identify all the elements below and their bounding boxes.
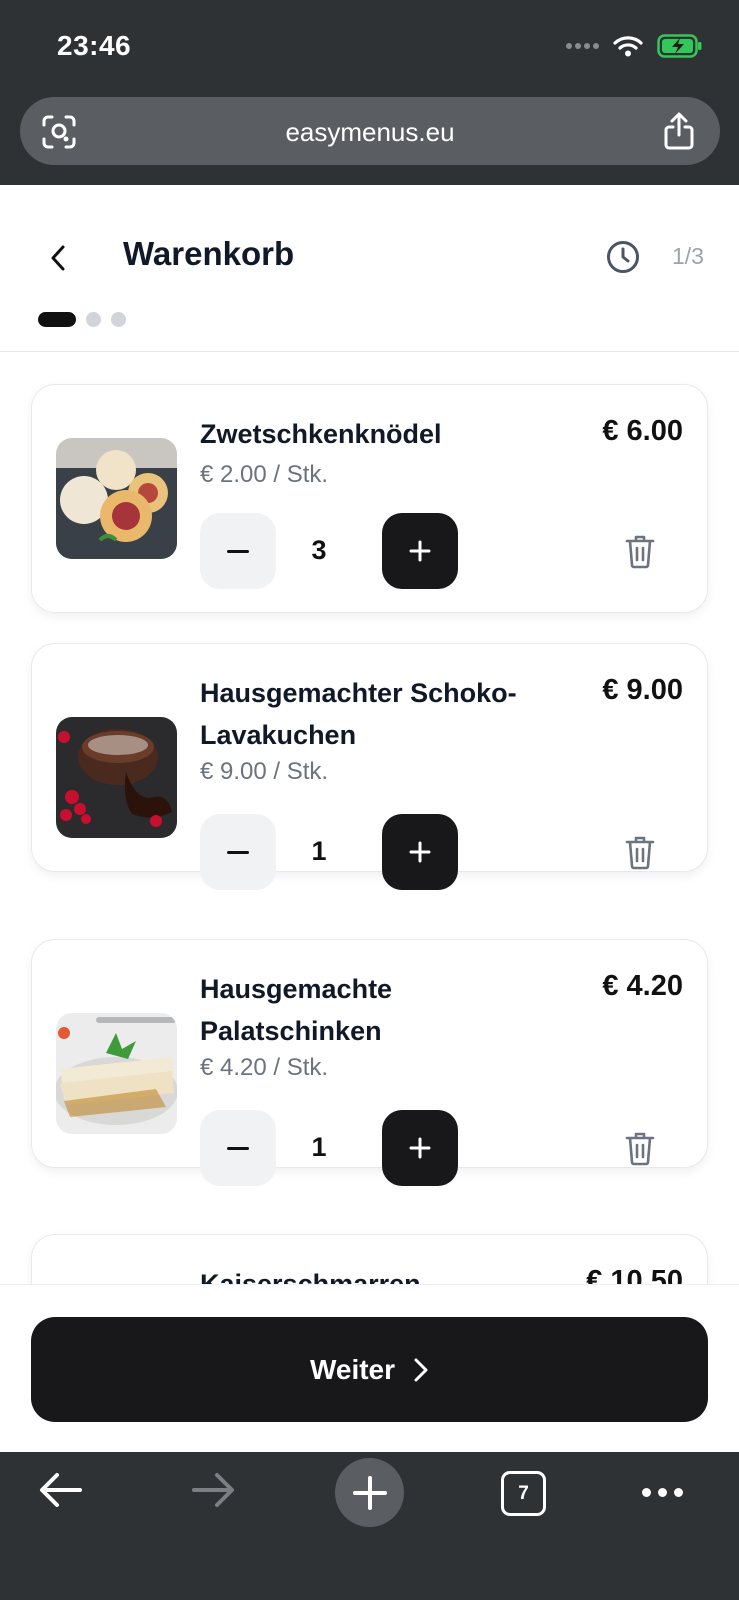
browser-back-button[interactable] [38,1470,84,1510]
item-name: Zwetschkenknödel [200,419,442,449]
item-name: Hausgemachte Palatschinken [200,974,393,1046]
increase-quantity-button[interactable] [382,814,458,890]
browser-top-bar: 23:46 easymenus.eu [0,0,739,185]
next-button[interactable]: Weiter [31,1317,708,1422]
cart-list[interactable]: Zwetschkenknödel € 2.00 / Stk. € 6.00 3 [0,352,739,1284]
increase-quantity-button[interactable] [382,1110,458,1186]
step-indicator: 1/3 [672,243,704,269]
plus-icon [409,841,431,863]
decrease-quantity-button[interactable] [200,814,276,890]
item-total: € 6.00 [602,415,683,447]
browser-forward-button[interactable] [190,1470,236,1510]
item-name: Kaiserschmarren [200,1269,421,1284]
minus-icon [227,850,249,854]
item-unit-price: € 2.00 / Stk. [200,461,329,488]
dot-icon [658,1488,667,1497]
trash-icon [625,535,655,569]
arrow-right-icon [192,1473,234,1507]
cart-item: Hausgemachte Palatschinken € 4.20 / Stk.… [31,939,708,1186]
next-button-label: Weiter [309,1353,396,1385]
progress-dot [111,312,126,327]
item-image [56,1013,177,1134]
progress-dot [86,312,101,327]
wifi-icon [613,36,643,57]
item-total: € 4.20 [602,970,683,1002]
signal-icon [566,43,599,49]
status-time: 23:46 [57,30,132,61]
progress-dots [38,312,126,327]
more-options-button[interactable] [642,1488,683,1497]
delete-item-button[interactable] [622,533,658,569]
cart-item: Hausgemachter Schoko-Lavakuchen € 9.00 /… [31,643,708,890]
decrease-quantity-button[interactable] [200,1110,276,1186]
plus-icon [409,540,431,562]
share-icon[interactable] [662,111,696,151]
cart-item: Kaiserschmarren € 10.50 [31,1234,708,1284]
minus-icon [227,1146,249,1150]
back-button[interactable] [40,240,76,276]
decrease-quantity-button[interactable] [200,513,276,589]
url-text: easymenus.eu [285,117,455,147]
checkout-footer: Weiter [0,1284,739,1452]
arrow-left-icon [40,1473,82,1507]
item-unit-price: € 4.20 / Stk. [200,1054,329,1081]
trash-icon [625,836,655,870]
page-header: Warenkorb 1/3 [0,185,739,352]
status-icons [566,34,703,58]
increase-quantity-button[interactable] [382,513,458,589]
dot-icon [674,1488,683,1497]
item-total: € 9.00 [602,674,683,706]
plus-icon [409,1137,431,1159]
battery-charging-icon [657,34,702,58]
tabs-button[interactable]: 7 [501,1471,546,1516]
address-bar[interactable]: easymenus.eu [20,97,720,165]
cart-item: Zwetschkenknödel € 2.00 / Stk. € 6.00 3 [31,384,708,613]
plus-icon [352,1475,387,1510]
trash-icon [625,1132,655,1166]
chevron-left-icon [51,245,65,271]
quantity-value: 1 [311,836,327,866]
progress-dot-active [38,312,76,327]
chevron-right-icon [414,1358,428,1381]
item-name: Hausgemachter Schoko-Lavakuchen [200,678,517,750]
item-unit-price: € 9.00 / Stk. [200,758,329,785]
minus-icon [227,549,249,553]
item-total: € 10.50 [586,1265,683,1284]
browser-toolbar: 7 [0,1452,739,1600]
quantity-value: 1 [311,1132,327,1162]
new-tab-button[interactable] [335,1458,404,1527]
dot-icon [642,1488,651,1497]
delete-item-button[interactable] [622,834,658,870]
delete-item-button[interactable] [622,1130,658,1166]
item-image [56,717,177,838]
page-title: Warenkorb [123,235,295,272]
quantity-value: 3 [311,535,327,565]
clock-icon[interactable] [605,239,641,275]
item-image [56,438,177,559]
